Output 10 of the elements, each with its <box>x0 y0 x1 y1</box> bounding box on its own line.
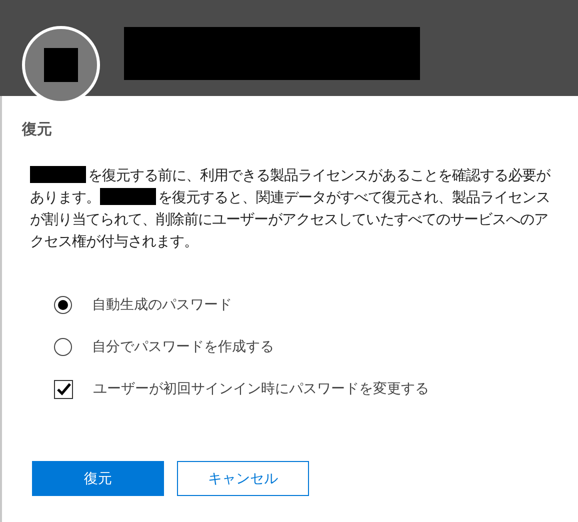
option-label: 自動生成のパスワード <box>92 296 232 314</box>
option-label: 自分でパスワードを作成する <box>92 338 274 356</box>
checkbox[interactable] <box>54 380 73 398</box>
message-text: を復元する前に、利用できる製品ライセンスがあることを確認する必要があります。 を復元すると、関連データがすべて復元され、製品ライセンスが割り当てられて、削除前にユーザーがアクセスしていたすべてのサービスへのアクセス権が付与されます。 <box>30 165 552 252</box>
option-label: ユーザーが初回サインイン時にパスワードを変更する <box>93 380 429 398</box>
radio-button[interactable] <box>54 296 72 314</box>
dialog-title: 復元 <box>22 120 53 139</box>
radio-button[interactable] <box>54 338 72 356</box>
restore-button[interactable]: 復元 <box>32 461 164 496</box>
cancel-button[interactable]: キャンセル <box>177 461 309 496</box>
